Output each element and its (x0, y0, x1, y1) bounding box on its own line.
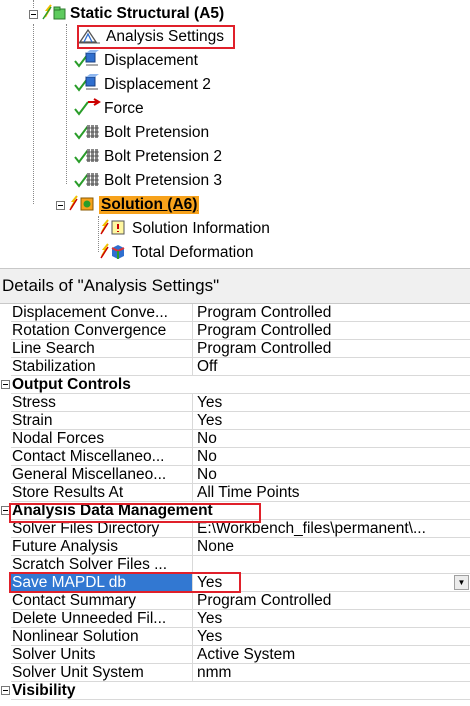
table-row[interactable]: Rotation Convergence Program Controlled (0, 322, 470, 340)
table-row[interactable]: Contact Miscellaneo... No (0, 448, 470, 466)
property-value[interactable]: Yes (193, 394, 470, 412)
property-value[interactable]: Off (193, 358, 470, 376)
property-name: Stabilization (11, 358, 193, 376)
bolt-pretension-icon (72, 170, 102, 192)
solution-label: Solution (A6) (99, 196, 200, 214)
bolt-pretension-icon (72, 146, 102, 168)
property-value[interactable]: No (193, 430, 470, 448)
property-value[interactable]: None (193, 538, 470, 556)
property-name: Delete Unneeded Fil... (11, 610, 193, 628)
table-row[interactable]: Delete Unneeded Fil... Yes (0, 610, 470, 628)
details-panel-title: Details of "Analysis Settings" (0, 268, 470, 304)
property-name: Strain (11, 412, 193, 430)
property-name: Contact Miscellaneo... (11, 448, 193, 466)
displacement-icon (72, 74, 102, 96)
table-row[interactable]: Solver Unit System nmm (0, 664, 470, 682)
group-visibility[interactable]: Visibility (0, 682, 470, 700)
tree-item-label: Bolt Pretension (104, 124, 210, 141)
tree-item-analysis-settings[interactable]: Analysis Settings (78, 25, 226, 49)
property-value[interactable]: Yes (193, 628, 470, 646)
solution-icon (69, 194, 99, 216)
tree-item-displacement[interactable]: Displacement (72, 49, 200, 73)
tree-root-label: Static Structural (A5) (70, 5, 225, 22)
tree-item-label: Displacement 2 (104, 76, 211, 93)
property-value[interactable]: Program Controlled (193, 340, 470, 358)
property-name: Contact Summary (11, 592, 193, 610)
displacement-icon (72, 50, 102, 72)
tree-item-solution-information[interactable]: Solution Information (100, 217, 272, 241)
property-value[interactable]: Active System (193, 646, 470, 664)
property-name: General Miscellaneo... (11, 466, 193, 484)
property-name: Solver Unit System (11, 664, 193, 682)
analysis-settings-icon (78, 26, 104, 48)
table-row[interactable]: Strain Yes (0, 412, 470, 430)
tree-item-label: Analysis Settings (106, 28, 225, 45)
tree-item-bolt-pretension[interactable]: Bolt Pretension (72, 121, 211, 145)
solution-information-icon (100, 218, 130, 240)
details-title: Details of "Analysis Settings" (2, 276, 220, 295)
property-value[interactable]: Yes (193, 610, 470, 628)
force-icon (72, 98, 102, 120)
tree-node-static-structural[interactable]: Static Structural (A5) (29, 2, 226, 26)
table-row[interactable]: General Miscellaneo... No (0, 466, 470, 484)
property-name: Solver Units (11, 646, 193, 664)
tree-item-label: Solution Information (132, 220, 270, 237)
tree-item-label: Force (104, 100, 144, 117)
property-value[interactable]: No (193, 448, 470, 466)
tree-item-displacement-2[interactable]: Displacement 2 (72, 73, 213, 97)
details-grid: Displacement Conve... Program Controlled… (0, 304, 470, 700)
tree-item-label: Bolt Pretension 2 (104, 148, 223, 165)
static-structural-icon (42, 3, 68, 25)
group-header: Visibility (11, 682, 470, 700)
property-name: Displacement Conve... (11, 304, 193, 322)
property-value[interactable]: No (193, 466, 470, 484)
property-name: Store Results At (11, 484, 193, 502)
total-deformation-icon (100, 242, 130, 264)
property-value[interactable]: Program Controlled (193, 304, 470, 322)
table-row[interactable]: Stabilization Off (0, 358, 470, 376)
tree-item-label: Displacement (104, 52, 198, 69)
tree-item-bolt-pretension-3[interactable]: Bolt Pretension 3 (72, 169, 224, 193)
table-row[interactable]: Stress Yes (0, 394, 470, 412)
group-header: Output Controls (11, 376, 470, 394)
table-row[interactable]: Solver Units Active System (0, 646, 470, 664)
group-output-controls[interactable]: Output Controls (0, 376, 470, 394)
table-row[interactable]: Contact Summary Program Controlled (0, 592, 470, 610)
property-name: Nodal Forces (11, 430, 193, 448)
table-row[interactable]: Line Search Program Controlled (0, 340, 470, 358)
tree-item-bolt-pretension-2[interactable]: Bolt Pretension 2 (72, 145, 224, 169)
property-value[interactable]: Program Controlled (193, 322, 470, 340)
collapse-toggle[interactable] (1, 686, 10, 695)
tree-node-solution[interactable]: Solution (A6) (56, 193, 200, 217)
property-value[interactable]: nmm (193, 664, 470, 682)
table-row[interactable]: Store Results At All Time Points (0, 484, 470, 502)
property-value[interactable]: All Time Points (193, 484, 470, 502)
property-value[interactable]: Yes (193, 412, 470, 430)
table-row[interactable]: Future Analysis None (0, 538, 470, 556)
analysis-data-management-highlight (9, 503, 261, 523)
tree-item-force[interactable]: Force (72, 97, 146, 121)
property-name: Rotation Convergence (11, 322, 193, 340)
dropdown-arrow-icon[interactable]: ▼ (454, 575, 469, 590)
property-name: Future Analysis (11, 538, 193, 556)
bolt-pretension-icon (72, 122, 102, 144)
property-name: Stress (11, 394, 193, 412)
project-tree: Static Structural (A5) Analysis Settings… (0, 0, 470, 268)
table-row[interactable]: Nonlinear Solution Yes (0, 628, 470, 646)
table-row[interactable]: Displacement Conve... Program Controlled (0, 304, 470, 322)
table-row[interactable]: Nodal Forces No (0, 430, 470, 448)
property-name: Nonlinear Solution (11, 628, 193, 646)
save-mapdl-db-highlight (9, 572, 241, 593)
tree-item-total-deformation[interactable]: Total Deformation (100, 241, 255, 265)
property-name: Line Search (11, 340, 193, 358)
collapse-toggle[interactable] (56, 200, 65, 210)
collapse-toggle[interactable] (29, 9, 38, 19)
tree-item-label: Bolt Pretension 3 (104, 172, 223, 189)
collapse-toggle[interactable] (1, 380, 10, 389)
tree-item-label: Total Deformation (132, 244, 254, 261)
property-value[interactable]: Program Controlled (193, 592, 470, 610)
